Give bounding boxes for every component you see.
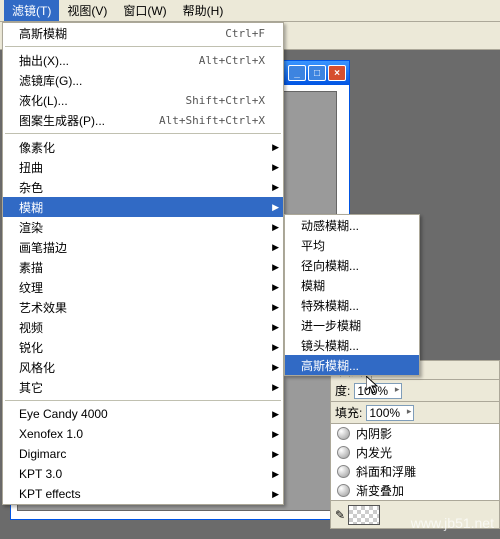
- menu-item[interactable]: KPT 3.0▶: [3, 464, 283, 484]
- menu-item[interactable]: 锐化▶: [3, 337, 283, 357]
- menu-item[interactable]: 滤镜库(G)...: [3, 70, 283, 90]
- menu-item[interactable]: 镜头模糊...: [285, 335, 419, 355]
- menu-item[interactable]: 其它▶: [3, 377, 283, 397]
- submenu-arrow-icon: ▶: [272, 202, 279, 213]
- blur-submenu: 动感模糊...平均径向模糊...模糊特殊模糊...进一步模糊镜头模糊...高斯模…: [284, 214, 420, 376]
- menu-item[interactable]: 素描▶: [3, 257, 283, 277]
- opacity-input[interactable]: 100%: [354, 383, 402, 399]
- menu-item[interactable]: KPT effects▶: [3, 484, 283, 504]
- submenu-arrow-icon: ▶: [272, 282, 279, 293]
- fx-item[interactable]: 内发光: [331, 443, 499, 462]
- maximize-button[interactable]: □: [308, 65, 326, 81]
- menu-item[interactable]: 动感模糊...: [285, 215, 419, 235]
- opacity-label: 度:: [335, 382, 350, 399]
- menu-item[interactable]: 进一步模糊: [285, 315, 419, 335]
- menu-item[interactable]: 平均: [285, 235, 419, 255]
- fill-input[interactable]: 100%: [366, 405, 414, 421]
- menu-item[interactable]: 特殊模糊...: [285, 295, 419, 315]
- menu-item[interactable]: 像素化▶: [3, 137, 283, 157]
- menu-item[interactable]: Digimarc▶: [3, 444, 283, 464]
- submenu-arrow-icon: ▶: [272, 382, 279, 393]
- fx-icon: [337, 427, 350, 440]
- submenu-arrow-icon: ▶: [272, 302, 279, 313]
- submenu-arrow-icon: ▶: [272, 342, 279, 353]
- minimize-button[interactable]: _: [288, 65, 306, 81]
- submenu-arrow-icon: ▶: [272, 222, 279, 233]
- menu-item[interactable]: 艺术效果▶: [3, 297, 283, 317]
- menu-item[interactable]: 杂色▶: [3, 177, 283, 197]
- filter-menu: 高斯模糊Ctrl+F 抽出(X)...Alt+Ctrl+X滤镜库(G)...液化(…: [2, 22, 284, 505]
- submenu-arrow-icon: ▶: [272, 242, 279, 253]
- menu-item[interactable]: 液化(L)...Shift+Ctrl+X: [3, 90, 283, 110]
- effects-list: 内阴影 内发光 斜面和浮雕 渐变叠加: [330, 424, 500, 501]
- layer-thumbnail[interactable]: [348, 505, 380, 525]
- close-button[interactable]: ×: [328, 65, 346, 81]
- submenu-arrow-icon: ▶: [272, 409, 279, 420]
- brush-icon: ✎: [335, 508, 345, 522]
- menu-item[interactable]: 风格化▶: [3, 357, 283, 377]
- layer-strip: ✎: [330, 501, 500, 529]
- submenu-arrow-icon: ▶: [272, 429, 279, 440]
- submenu-arrow-icon: ▶: [272, 449, 279, 460]
- menu-item[interactable]: 纹理▶: [3, 277, 283, 297]
- menubar: 滤镜(T) 视图(V) 窗口(W) 帮助(H): [0, 0, 500, 22]
- menu-item[interactable]: 画笔描边▶: [3, 237, 283, 257]
- fx-icon: [337, 446, 350, 459]
- fill-label: 填充:: [335, 404, 362, 421]
- fx-icon: [337, 465, 350, 478]
- fx-item[interactable]: 斜面和浮雕: [331, 462, 499, 481]
- menu-item[interactable]: Xenofex 1.0▶: [3, 424, 283, 444]
- menu-item[interactable]: 渲染▶: [3, 217, 283, 237]
- submenu-arrow-icon: ▶: [272, 182, 279, 193]
- submenu-arrow-icon: ▶: [272, 142, 279, 153]
- menu-window[interactable]: 窗口(W): [115, 0, 174, 21]
- menu-item[interactable]: 视频▶: [3, 317, 283, 337]
- menu-item[interactable]: 图案生成器(P)...Alt+Shift+Ctrl+X: [3, 110, 283, 130]
- menu-item[interactable]: Eye Candy 4000▶: [3, 404, 283, 424]
- layers-panel: 图层 度: 100% 填充: 100% 内阴影 内发光 斜面和浮雕 渐变叠加 ✎: [330, 360, 500, 529]
- menu-item[interactable]: 高斯模糊Ctrl+F: [3, 23, 283, 43]
- opacity-row: 度: 100%: [330, 380, 500, 402]
- menu-item[interactable]: 模糊▶: [3, 197, 283, 217]
- submenu-arrow-icon: ▶: [272, 362, 279, 373]
- menu-item[interactable]: 径向模糊...: [285, 255, 419, 275]
- fx-item[interactable]: 渐变叠加: [331, 481, 499, 500]
- menu-item[interactable]: 高斯模糊...: [285, 355, 419, 375]
- menu-item[interactable]: 抽出(X)...Alt+Ctrl+X: [3, 50, 283, 70]
- fx-icon: [337, 484, 350, 497]
- fill-row: 填充: 100%: [330, 402, 500, 424]
- menu-item[interactable]: 扭曲▶: [3, 157, 283, 177]
- submenu-arrow-icon: ▶: [272, 322, 279, 333]
- fx-item[interactable]: 内阴影: [331, 424, 499, 443]
- menu-item[interactable]: 模糊: [285, 275, 419, 295]
- submenu-arrow-icon: ▶: [272, 162, 279, 173]
- menu-help[interactable]: 帮助(H): [175, 0, 232, 21]
- submenu-arrow-icon: ▶: [272, 262, 279, 273]
- submenu-arrow-icon: ▶: [272, 469, 279, 480]
- submenu-arrow-icon: ▶: [272, 489, 279, 500]
- menu-view[interactable]: 视图(V): [59, 0, 115, 21]
- menu-filter[interactable]: 滤镜(T): [4, 0, 59, 21]
